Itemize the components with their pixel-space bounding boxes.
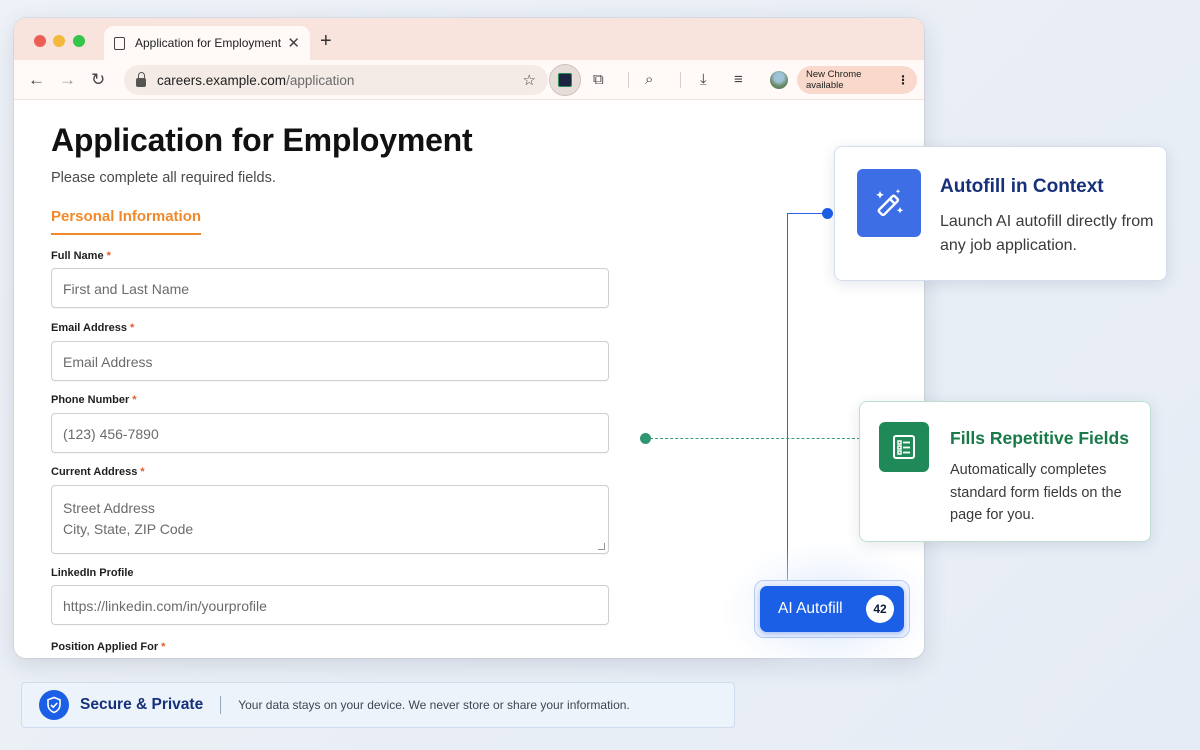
magic-wand-icon bbox=[857, 169, 921, 237]
autofill-count-badge: 42 bbox=[866, 595, 894, 623]
url-path: /application bbox=[286, 72, 355, 88]
close-tab-icon[interactable]: ✕ bbox=[287, 34, 300, 52]
active-tab[interactable]: Application for Employment ✕ bbox=[104, 26, 310, 60]
linkedin-input[interactable]: https://linkedin.com/in/yourprofile bbox=[51, 585, 609, 625]
media-queue-icon[interactable]: ≡ bbox=[734, 71, 743, 89]
minimize-window-button[interactable] bbox=[53, 35, 65, 47]
position-label: Position Applied For * bbox=[51, 641, 166, 653]
puzzle-extensions-icon[interactable]: ⧉ bbox=[593, 71, 604, 89]
page-subtitle: Please complete all required fields. bbox=[51, 170, 276, 186]
address-bar[interactable]: careers.example.com/application ☆ bbox=[124, 65, 548, 95]
connector-dot-green bbox=[640, 433, 651, 444]
phone-input[interactable]: (123) 456-7890 bbox=[51, 413, 609, 453]
autofill-extension-icon[interactable] bbox=[549, 64, 581, 96]
section-tab-personal-information[interactable]: Personal Information bbox=[51, 208, 202, 235]
form-checklist-icon bbox=[879, 422, 929, 472]
lens-search-icon[interactable]: ⌕ bbox=[645, 71, 653, 89]
tab-bar: Application for Employment ✕ + bbox=[14, 18, 924, 60]
resize-grip-icon[interactable] bbox=[598, 543, 605, 550]
new-tab-button[interactable]: + bbox=[320, 31, 332, 51]
linkedin-label: LinkedIn Profile bbox=[51, 567, 134, 579]
bookmark-star-icon[interactable]: ☆ bbox=[523, 71, 536, 89]
tab-title: Application for Employment bbox=[135, 36, 282, 50]
phone-label: Phone Number * bbox=[51, 394, 137, 406]
callout-title: Fills Repetitive Fields bbox=[950, 428, 1129, 448]
connector-line-horizontal bbox=[787, 213, 827, 214]
forward-arrow-icon[interactable]: → bbox=[59, 70, 76, 90]
kebab-menu-icon[interactable]: ⋮ bbox=[897, 73, 909, 87]
ai-autofill-button[interactable]: AI Autofill 42 bbox=[760, 586, 904, 632]
reload-icon[interactable]: ↻ bbox=[91, 70, 105, 90]
callout-fills-repetitive-fields: Fills Repetitive Fields Automatically co… bbox=[859, 401, 1151, 542]
chrome-update-button[interactable]: New Chrome available ⋮ bbox=[797, 66, 917, 94]
callout-text: Launch AI autofill directly from any job… bbox=[940, 213, 1154, 254]
connector-dashed-line bbox=[650, 438, 860, 439]
security-title: Secure & Private bbox=[80, 696, 204, 713]
shield-check-icon bbox=[39, 690, 69, 720]
divider bbox=[220, 696, 222, 714]
lock-icon bbox=[136, 71, 146, 87]
callout-title: Autofill in Context bbox=[940, 176, 1104, 197]
back-arrow-icon[interactable]: ← bbox=[28, 70, 45, 90]
address-label: Current Address * bbox=[51, 466, 145, 478]
browser-toolbar: ← → ↻ careers.example.com/application ☆ … bbox=[14, 60, 924, 100]
ai-autofill-label: AI Autofill bbox=[778, 600, 843, 617]
full-name-input[interactable]: First and Last Name bbox=[51, 268, 609, 308]
close-window-button[interactable] bbox=[34, 35, 46, 47]
security-text: Your data stays on your device. We never… bbox=[238, 698, 630, 712]
callout-autofill-in-context: Autofill in Context Launch AI autofill d… bbox=[834, 146, 1167, 281]
address-textarea[interactable]: Street Address City, State, ZIP Code bbox=[51, 485, 609, 554]
security-banner: Secure & Private Your data stays on your… bbox=[21, 682, 735, 728]
email-input[interactable]: Email Address bbox=[51, 341, 609, 381]
email-label: Email Address * bbox=[51, 322, 135, 334]
page-title: Application for Employment bbox=[51, 122, 473, 158]
callout-text: Automatically completes standard form fi… bbox=[950, 462, 1122, 523]
profile-avatar[interactable] bbox=[770, 71, 788, 89]
connector-line-vertical bbox=[787, 213, 788, 583]
document-icon bbox=[114, 36, 125, 50]
url-host: careers.example.com bbox=[157, 72, 287, 88]
maximize-window-button[interactable] bbox=[73, 35, 85, 47]
full-name-label: Full Name * bbox=[51, 250, 111, 262]
download-icon[interactable]: ⤓ bbox=[700, 71, 707, 89]
connector-dot-blue bbox=[822, 208, 833, 219]
update-label: New Chrome available bbox=[806, 69, 862, 91]
